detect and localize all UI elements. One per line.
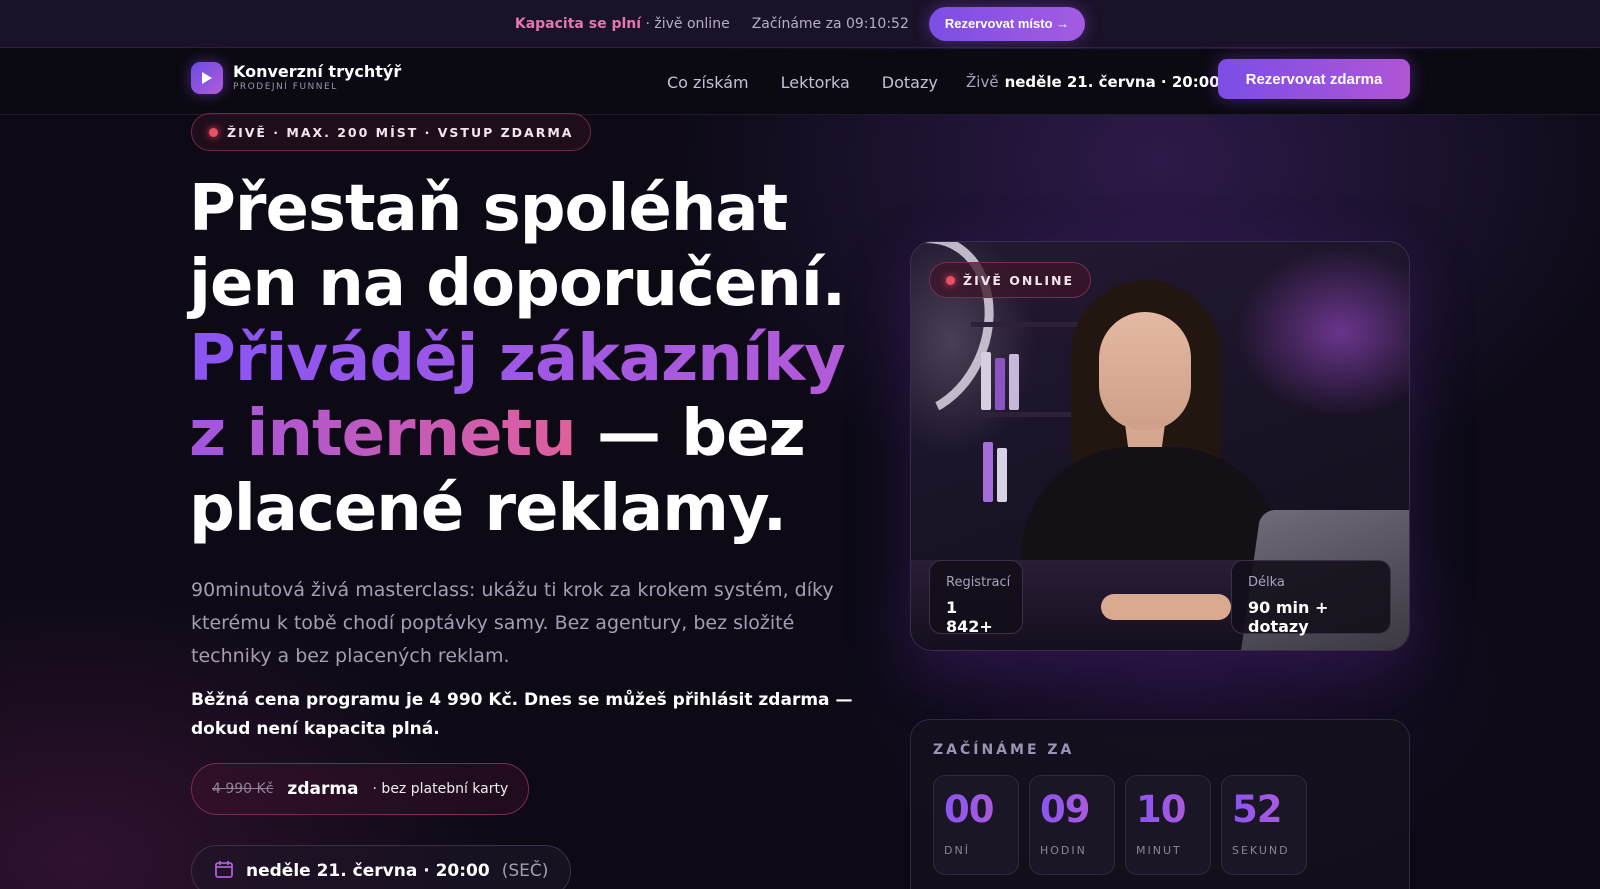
headline-line-1: Přestaň spoléhat [189, 172, 788, 246]
headline-line-3: Přiváděj zákazníky [189, 322, 846, 396]
countdown-days: 00 DNÍ [933, 775, 1019, 875]
announcement-bar: Kapacita se plní · živě online Začínáme … [0, 0, 1600, 48]
logo-subtitle: PRODEJNÍ FUNNEL [233, 82, 338, 92]
logo-title: Konverzní trychtýř [233, 62, 402, 81]
nav-live-datetime: neděle 21. června · 20:00 [1004, 73, 1220, 91]
registrations-label: Registrací [946, 575, 1011, 590]
live-dot-icon [946, 275, 955, 285]
countdown-hours: 09 HODIN [1029, 775, 1115, 875]
price-pill: 4 990 Kč zdarma · bez platební karty [191, 763, 530, 815]
nav-link-faq[interactable]: Dotazy [882, 73, 938, 92]
event-date: neděle 21. června · 20:00 [246, 861, 490, 881]
countdown-title: ZAČÍNÁME ZA [933, 742, 1075, 758]
countdown-seconds: 52 SEKUND [1221, 775, 1307, 875]
online-text: · živě online [645, 15, 730, 32]
live-dot-icon [209, 127, 218, 137]
event-timezone: (SEČ) [501, 861, 549, 881]
live-online-badge: ŽIVĚ ONLINE [929, 262, 1091, 298]
top-timer: Začínáme za 09:10:52 [752, 16, 909, 32]
nav-live-date: Živě neděle 21. června · 20:00 [966, 49, 1220, 115]
countdown-seconds-value: 52 [1232, 788, 1296, 832]
book [981, 352, 991, 410]
nav-live-prefix: Živě [966, 73, 999, 91]
lecturer-hands [1101, 594, 1231, 620]
top-timer-value: 09:10:52 [845, 15, 909, 32]
countdown-hours-value: 09 [1040, 788, 1104, 832]
headline-line-4-highlight: z internetu [189, 397, 577, 471]
live-online-text: ŽIVĚ ONLINE [963, 272, 1074, 288]
countdown-seconds-label: SEKUND [1232, 844, 1290, 857]
lecturer-photo-card: ŽIVĚ ONLINE Registrací 1 842+ Délka 90 m… [910, 241, 1410, 651]
hero-lede: 90minutová živá masterclass: ukážu ti kr… [191, 579, 834, 667]
new-price: zdarma [287, 779, 359, 799]
old-price: 4 990 Kč [212, 781, 274, 797]
book [997, 448, 1007, 502]
countdown-minutes-value: 10 [1136, 788, 1200, 832]
shelf [971, 322, 1091, 327]
hero-headline: Přestaň spoléhat jen na doporučení. Přiv… [189, 172, 889, 547]
no-card-note: · bez platební karty [372, 781, 509, 797]
headline-line-5: placené reklamy. [189, 472, 787, 546]
logo[interactable]: Konverzní trychtýř PRODEJNÍ FUNNEL [191, 62, 401, 94]
countdown-days-label: DNÍ [944, 844, 970, 857]
lecturer-face [1099, 312, 1191, 430]
countdown-hours-label: HODIN [1040, 844, 1087, 857]
countdown-minutes-label: MINUT [1136, 844, 1182, 857]
nav-link-benefits[interactable]: Co získám [667, 73, 749, 92]
duration-stat: Délka 90 min + dotazy [1231, 560, 1391, 636]
event-date-pill: neděle 21. června · 20:00 (SEČ) [191, 845, 572, 889]
countdown-days-value: 00 [944, 788, 1008, 832]
live-badge-text: ŽIVĚ · MAX. 200 MÍST · VSTUP ZDARMA [227, 124, 574, 140]
registrations-value: 1 842+ [946, 598, 993, 636]
live-badge: ŽIVĚ · MAX. 200 MÍST · VSTUP ZDARMA [191, 113, 592, 151]
registrations-stat: Registrací 1 842+ [929, 560, 1023, 636]
duration-value: 90 min + dotazy [1248, 598, 1329, 636]
calendar-icon [214, 859, 234, 884]
nav-links: Co získám Lektorka Dotazy [667, 49, 938, 115]
duration-label: Délka [1248, 575, 1285, 590]
countdown-minutes: 10 MINUT [1125, 775, 1211, 875]
capacity-text: Kapacita se plní [514, 15, 642, 32]
headline-line-2: jen na doporučení. [189, 247, 846, 321]
play-icon [191, 62, 223, 94]
navbar: Konverzní trychtýř PRODEJNÍ FUNNEL Co zí… [0, 49, 1600, 115]
starts-label: Začínáme za [751, 15, 842, 32]
announcement-text: Kapacita se plní · živě online [515, 16, 730, 32]
book [995, 358, 1005, 410]
reserve-spot-button[interactable]: Rezervovat místo → [928, 6, 1086, 41]
price-note: Běžná cena programu je 4 990 Kč. Dnes se… [191, 690, 853, 739]
nav-link-lecturer[interactable]: Lektorka [781, 73, 850, 92]
book [983, 442, 993, 502]
book [1009, 354, 1019, 410]
reserve-free-button[interactable]: Rezervovat zdarma [1218, 59, 1410, 99]
headline-line-4-rest: — bez [575, 397, 806, 471]
countdown-card: ZAČÍNÁME ZA 00 DNÍ 09 HODIN 10 MINUT 52 … [910, 719, 1410, 889]
